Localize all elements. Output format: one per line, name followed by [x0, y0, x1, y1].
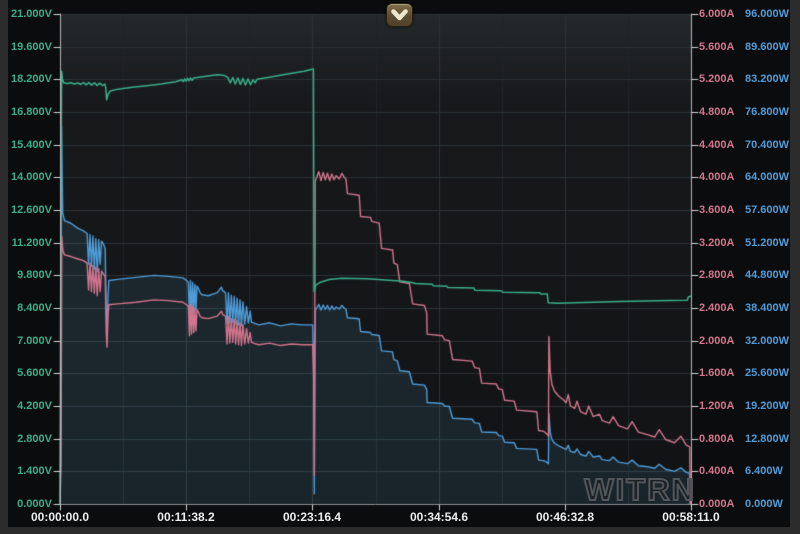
current-tick-label: 3.600A: [699, 204, 749, 217]
voltage-tick-label: 2.800V: [8, 433, 52, 446]
voltage-tick-label: 1.400V: [8, 465, 52, 478]
power-tick-label: 12.800W: [745, 433, 790, 446]
current-tick-label: 3.200A: [699, 237, 749, 250]
power-tick-label: 38.400W: [745, 302, 790, 315]
time-tick-label: 00:58:11.0: [645, 511, 737, 524]
power-tick-label: 57.600W: [745, 204, 790, 217]
chart-canvas[interactable]: [8, 0, 790, 527]
power-tick-label: 89.600W: [745, 41, 790, 54]
voltage-tick-label: 8.400V: [8, 302, 52, 315]
current-tick-label: 5.200A: [699, 73, 749, 86]
power-tick-label: 76.800W: [745, 106, 790, 119]
time-tick-label: 00:46:32.8: [519, 511, 611, 524]
voltage-tick-label: 9.800V: [8, 269, 52, 282]
voltage-tick-label: 4.200V: [8, 400, 52, 413]
voltage-tick-label: 15.400V: [8, 139, 52, 152]
time-tick-label: 00:00:00.0: [14, 511, 106, 524]
power-tick-label: 0.000W: [745, 498, 790, 511]
current-tick-label: 1.200A: [699, 400, 749, 413]
voltage-tick-label: 7.000V: [8, 335, 52, 348]
current-tick-label: 2.400A: [699, 302, 749, 315]
voltage-tick-label: 16.800V: [8, 106, 52, 119]
chevron-down-icon: [390, 7, 409, 23]
time-tick-label: 00:11:38.2: [140, 511, 232, 524]
current-tick-label: 4.400A: [699, 139, 749, 152]
power-tick-label: 19.200W: [745, 400, 790, 413]
collapse-toolbar-button[interactable]: [386, 3, 413, 27]
time-tick-label: 00:34:54.6: [393, 511, 485, 524]
current-tick-label: 4.800A: [699, 106, 749, 119]
power-tick-label: 96.000W: [745, 8, 790, 21]
current-tick-label: 0.800A: [699, 433, 749, 446]
voltage-tick-label: 18.200V: [8, 73, 52, 86]
time-tick-label: 00:23:16.4: [266, 511, 358, 524]
voltage-tick-label: 11.200V: [8, 237, 52, 250]
power-tick-label: 83.200W: [745, 73, 790, 86]
power-tick-label: 64.000W: [745, 171, 790, 184]
window-frame: 21.000V 19.600V 18.200V 16.800V 15.400V 14.00…: [0, 0, 800, 534]
power-tick-label: 44.800W: [745, 269, 790, 282]
power-tick-label: 6.400W: [745, 465, 790, 478]
current-tick-label: 5.600A: [699, 41, 749, 54]
current-tick-label: 2.800A: [699, 269, 749, 282]
current-tick-label: 4.000A: [699, 171, 749, 184]
power-tick-label: 32.000W: [745, 335, 790, 348]
voltage-tick-label: 14.000V: [8, 171, 52, 184]
current-tick-label: 2.000A: [699, 335, 749, 348]
current-tick-label: 0.400A: [699, 465, 749, 478]
chart-panel: 21.000V 19.600V 18.200V 16.800V 15.400V 14.00…: [8, 0, 790, 527]
power-tick-label: 70.400W: [745, 139, 790, 152]
current-tick-label: 1.600A: [699, 367, 749, 380]
power-tick-label: 25.600W: [745, 367, 790, 380]
voltage-tick-label: 5.600V: [8, 367, 52, 380]
current-tick-label: 6.000A: [699, 8, 749, 21]
voltage-tick-label: 12.600V: [8, 204, 52, 217]
voltage-tick-label: 21.000V: [8, 8, 52, 21]
witrn-watermark: WITRN: [584, 472, 696, 508]
power-tick-label: 51.200W: [745, 237, 790, 250]
voltage-tick-label: 19.600V: [8, 41, 52, 54]
